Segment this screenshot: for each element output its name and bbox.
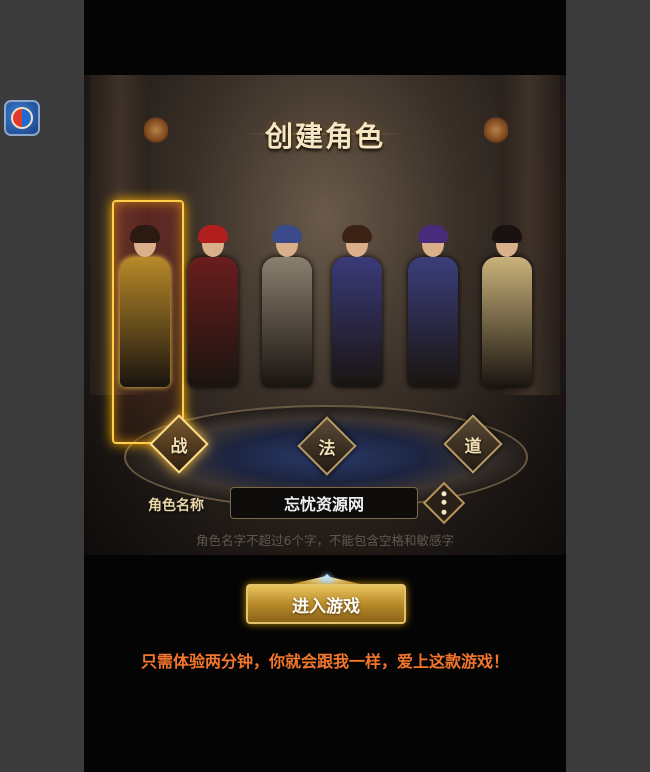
character-warrior-male[interactable]: [114, 225, 176, 395]
lantern: [144, 115, 168, 145]
name-label: 角色名称: [148, 498, 204, 514]
character-name-input[interactable]: [230, 487, 418, 519]
title-plate: 创建角色: [244, 105, 406, 165]
taiji-app-icon[interactable]: [4, 100, 40, 136]
enter-game-button[interactable]: 进入游戏: [246, 584, 406, 624]
class-mage-label: 法: [318, 438, 336, 459]
class-taoist-label: 道: [464, 436, 482, 457]
character-creation-scene: 创建角色 战 法 道 角色名称 角色名字不超过6个字，不能包含空格和敏感字: [84, 75, 566, 555]
page-title: 创建角色: [264, 120, 385, 153]
promo-text: 只需体验两分钟，你就会跟我一样，爱上这款游戏！: [140, 652, 509, 671]
character-mage-male[interactable]: [256, 225, 318, 395]
right-margin: [566, 0, 650, 772]
lantern: [484, 115, 508, 145]
class-warrior-label: 战: [170, 436, 188, 457]
character-warrior-female[interactable]: [182, 225, 244, 395]
left-margin: [0, 0, 84, 772]
character-taoist-female[interactable]: [476, 225, 538, 395]
character-mage-female[interactable]: [326, 225, 388, 395]
game-viewport: 创建角色 战 法 道 角色名称 角色名字不超过6个字，不能包含空格和敏感字 进入…: [84, 0, 566, 772]
name-rule-hint: 角色名字不超过6个字，不能包含空格和敏感字: [196, 533, 454, 548]
character-taoist-male[interactable]: [402, 225, 464, 395]
